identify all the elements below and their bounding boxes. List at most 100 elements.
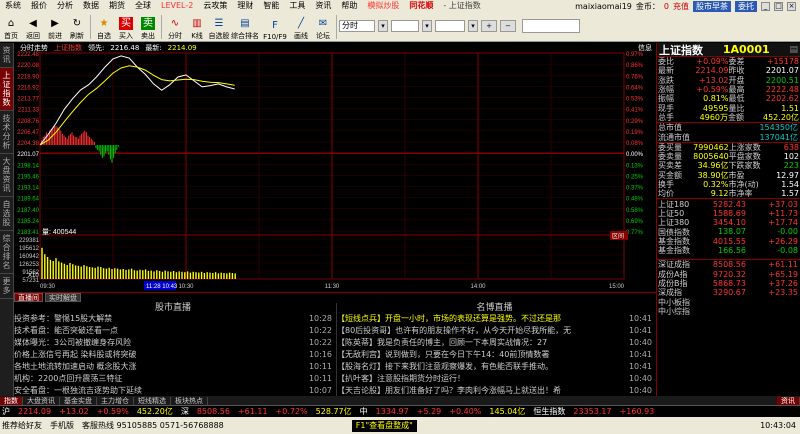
sidebar-item-more[interactable]: 更多 — [0, 274, 13, 299]
menu-data[interactable]: 数据 — [78, 0, 104, 12]
menu-level2[interactable]: LEVEL-2 — [156, 0, 198, 12]
toolbar-f10-button[interactable]: F F10/F9 — [260, 13, 290, 41]
breadth-value: 223 — [783, 161, 799, 171]
index-change: -0.00 — [777, 227, 798, 237]
breadth-value: 12.97 — [776, 170, 799, 180]
toolbar-kline-button[interactable]: ▥ K线 — [186, 13, 208, 41]
menu-cloud[interactable]: 云攻策 — [198, 0, 232, 12]
toolbar-timeshare-button[interactable]: ∿ 分时 — [164, 13, 186, 41]
period-select[interactable]: 分时 — [339, 20, 375, 32]
news-item[interactable]: 【扒叶客】注意股指期货分时运行！ 10:40 — [337, 373, 652, 385]
news-item[interactable]: 价格上涨信号再起 染料股或将突破 10:16 — [14, 349, 332, 361]
panel-menu-icon[interactable]: ▤ — [789, 45, 798, 55]
toolbar-ranking-button[interactable]: ▤ 综合排名 — [230, 13, 260, 41]
sidebar-item-market-news[interactable]: 大盘资讯 — [0, 154, 13, 197]
news-item[interactable]: 投资参考：警惕15股大解禁 10:28 — [14, 313, 332, 325]
sidebar-item-tech-analysis[interactable]: 技术分析 — [0, 111, 13, 154]
bottom-tab-sector-hot[interactable]: 板块热点 — [171, 396, 208, 405]
toolbar-forward-button[interactable]: ▶ 前进 — [44, 13, 66, 41]
index-list-2: 深证成指 8508.56 +61.11 成份A指 9720.32 +65.19 成份B指 58… — [657, 260, 800, 316]
index-change: +37.03 — [768, 199, 798, 209]
toolbar-forward-label: 前进 — [48, 32, 62, 40]
index-price: 5282.43 — [712, 199, 746, 209]
toolbar-forum-button[interactable]: ✉ 论坛 — [312, 13, 334, 41]
menu-quote[interactable]: 报价 — [26, 0, 52, 12]
toolbar-back-button[interactable]: ◀ 返回 — [22, 13, 44, 41]
menu-simulate[interactable]: 模拟炒股 — [362, 0, 404, 12]
sidebar-item-news[interactable]: 资讯 — [0, 43, 13, 68]
menu-futures[interactable]: 期货 — [104, 0, 130, 12]
bottom-tab-index[interactable]: 指数 — [0, 396, 23, 405]
ticker-hk-price: 23353.17 — [573, 407, 612, 416]
mobile-link[interactable]: 手机版 — [50, 420, 74, 431]
index-price: 166.56 — [718, 246, 746, 256]
sidebar-item-ranking[interactable]: 综合排名 — [0, 231, 13, 274]
close-icon[interactable]: × — [787, 1, 796, 11]
menu-tools[interactable]: 工具 — [284, 0, 310, 12]
menu-news[interactable]: 资讯 — [310, 0, 336, 12]
maximize-icon[interactable]: □ — [774, 1, 783, 11]
toolbar-refresh-button[interactable]: ↻ 刷新 — [66, 13, 88, 41]
minimize-icon[interactable]: _ — [761, 1, 770, 11]
news-item[interactable]: 各地土地流转加速启动 概念股大涨 10:11 — [14, 361, 332, 373]
tab-realtime-analysis[interactable]: 实时解盘 — [45, 293, 81, 302]
recharge-link[interactable]: 充值 — [673, 1, 689, 12]
index-dropdown-icon[interactable]: ▾ — [468, 20, 478, 32]
index-row[interactable]: 基金指数 166.56 -0.08 — [657, 246, 800, 255]
tab-live-room[interactable]: 直播间 — [14, 293, 43, 302]
news-item[interactable]: 【陈英蒂】我是负责任的博主，回顾一下本周实战情况：27 10:40 — [337, 337, 652, 349]
news-item[interactable]: 机构：2200点回升震荡三特征 10:11 — [14, 373, 332, 385]
menu-system[interactable]: 系统 — [0, 0, 26, 12]
menu-help[interactable]: 帮助 — [336, 0, 362, 12]
index-row[interactable]: 中小综指 — [657, 307, 800, 316]
chart-info-button[interactable]: 信息 — [638, 43, 656, 53]
bottom-tab-short-pick[interactable]: 短线精选 — [134, 396, 171, 405]
news-item[interactable]: 【短线点兵】开盘一小时，市场的表现还算是强势。不过还是那 10:41 — [337, 313, 652, 325]
search-input[interactable] — [522, 19, 580, 33]
quote-row: 现手 49595 量比 1.51 — [657, 103, 800, 113]
menu-smart[interactable]: 智能 — [258, 0, 284, 12]
zoom-in-button[interactable]: + — [481, 20, 497, 32]
gold-label: 金币： — [635, 1, 660, 11]
order-button[interactable]: 委托 — [735, 0, 757, 12]
y-tick-label: 2220.08 — [17, 63, 39, 69]
zoom-out-button[interactable]: − — [500, 20, 516, 32]
news-item[interactable]: 【无敌利宫】说到做到，只要在今日下午14：40前顶情数署 10:41 — [337, 349, 652, 361]
username[interactable]: maixiaomai19 — [575, 2, 632, 11]
sidebar-item-sh-index[interactable]: 上证指数 — [0, 68, 13, 111]
recommend-link[interactable]: 推荐给好友 — [2, 420, 42, 431]
news-item[interactable]: 【80后投资哥】也许有的朋友操作不好，从今天开始尽我所能，无 10:41 — [337, 325, 652, 337]
menu-analysis[interactable]: 分析 — [52, 0, 78, 12]
period-select-2[interactable] — [391, 20, 419, 32]
toolbar-watchlist-button[interactable]: ☰ 自选股 — [208, 13, 230, 41]
service-hotline: 客服热线 95105885 0571-56768888 — [82, 421, 224, 430]
period-2-dropdown-icon[interactable]: ▾ — [422, 20, 432, 32]
index-list: 上证180 5282.43 +37.03 上证50 1588.69 +11.73 上证380… — [657, 199, 800, 256]
menu-finance[interactable]: 理财 — [232, 0, 258, 12]
toolbar-buy-button[interactable]: 买买入 — [115, 13, 137, 41]
trade-button[interactable]: 股市早茶 — [693, 0, 731, 12]
period-dropdown-icon[interactable]: ▾ — [378, 20, 388, 32]
index-select[interactable] — [435, 20, 465, 32]
menu-global[interactable]: 全球 — [130, 0, 156, 12]
news-item[interactable]: 技术看盘：能否突破还看一点 10:22 — [14, 325, 332, 337]
market-value-rows: 总市值 154350亿 流通市值 137041亿 — [657, 123, 800, 142]
news-item[interactable]: 【股海名灯】接下来我们注意观察爆发，有色能否联手推动。 10:41 — [337, 361, 652, 373]
y-tick-label-right: 0.97% — [626, 52, 644, 58]
index-price: 9720.32 — [712, 269, 746, 279]
index-ticker[interactable]: 沪 2214.09 +13.02 +0.59% 452.20亿 深 8508.5… — [0, 405, 800, 417]
intraday-chart-svg: 2222.48 0.97% 2220.08 0.86% 2218.90 0.76% 2216… — [17, 52, 644, 290]
sidebar-item-watchlist[interactable]: 自选股 — [0, 197, 13, 231]
bottom-tab-fund[interactable]: 基金实盘 — [60, 396, 97, 405]
toolbar-draw-line-button[interactable]: ╱ 画线 — [290, 13, 312, 41]
news-item[interactable]: 媒体曝光：3公司被撤缠身存风险 10:22 — [14, 337, 332, 349]
bottom-tab-market-news[interactable]: 大盘资讯 — [23, 396, 60, 405]
bottom-tab-news-right[interactable]: 资讯 — [777, 396, 800, 405]
bottom-tab-main-force[interactable]: 主力增仓 — [97, 396, 134, 405]
toolbar-favorite-button[interactable]: ★ 自选 — [93, 13, 115, 41]
toolbar-sell-button[interactable]: 卖卖出 — [137, 13, 159, 41]
quote-value: 452.20亿 — [763, 112, 799, 122]
toolbar-home-button[interactable]: ⌂ 首页 — [0, 13, 22, 41]
quote-value: +15178 — [766, 57, 799, 67]
intraday-chart[interactable]: 2222.48 0.97% 2220.08 0.86% 2218.90 0.76% 2216… — [14, 43, 656, 291]
